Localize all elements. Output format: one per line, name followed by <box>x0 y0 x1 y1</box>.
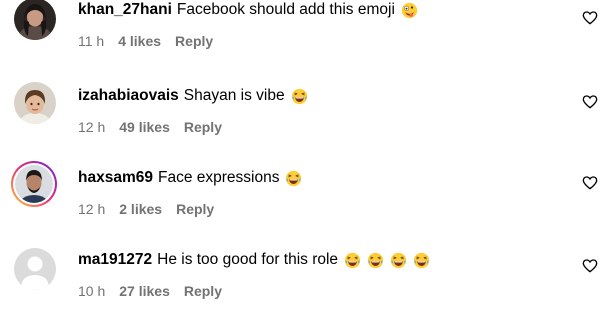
laughing-emoji <box>286 170 302 186</box>
laughing-emoji <box>291 88 307 104</box>
comment-timestamp: 12 h <box>78 119 106 135</box>
comment-likes[interactable]: 4 likes <box>118 33 161 49</box>
laughing-emoji <box>367 252 384 268</box>
comment-username[interactable]: izahabiaovais <box>78 86 179 106</box>
reply-button[interactable]: Reply <box>175 33 213 49</box>
comment-text: Facebook should add this emoji <box>176 1 395 18</box>
comment-likes[interactable]: 2 likes <box>119 201 162 217</box>
comment-timestamp: 11 h <box>78 33 105 49</box>
comment-text: He is too good for this role <box>157 251 339 268</box>
comment-text: Shayan is vibe <box>183 87 285 104</box>
heart-outline-icon[interactable] <box>582 175 598 191</box>
zany-face-emoji <box>401 2 418 18</box>
reply-button[interactable]: Reply <box>184 119 222 135</box>
laughing-emoji <box>390 252 407 268</box>
comment-username[interactable]: khan_27hani <box>78 0 172 20</box>
comment-timestamp: 10 h <box>78 283 106 299</box>
heart-outline-icon[interactable] <box>582 10 598 26</box>
comment-timestamp: 12 h <box>78 201 106 217</box>
laughing-emoji <box>413 252 430 268</box>
comment-username[interactable]: haxsam69 <box>78 168 153 188</box>
laughing-emoji <box>344 252 361 268</box>
comment-item: ma191272 He is too good for this role 10… <box>0 246 613 322</box>
comment-item: izahabiaovais Shayan is vibe 12 h 49 lik… <box>0 82 613 158</box>
comment-text: Face expressions <box>157 169 280 186</box>
reply-button[interactable]: Reply <box>176 201 214 217</box>
comment-item: haxsam69 Face expressions 12 h 2 likes R… <box>0 161 613 240</box>
comment-username[interactable]: ma191272 <box>78 250 152 270</box>
avatar[interactable] <box>14 0 56 40</box>
avatar[interactable] <box>14 248 56 290</box>
heart-outline-icon[interactable] <box>582 94 598 110</box>
reply-button[interactable]: Reply <box>184 283 222 299</box>
avatar[interactable] <box>14 82 56 124</box>
comment-likes[interactable]: 49 likes <box>119 119 170 135</box>
heart-outline-icon[interactable] <box>582 258 598 274</box>
avatar[interactable] <box>10 160 58 208</box>
comment-item: khan_27hani Facebook should add this emo… <box>0 0 613 76</box>
comment-likes[interactable]: 27 likes <box>119 283 170 299</box>
